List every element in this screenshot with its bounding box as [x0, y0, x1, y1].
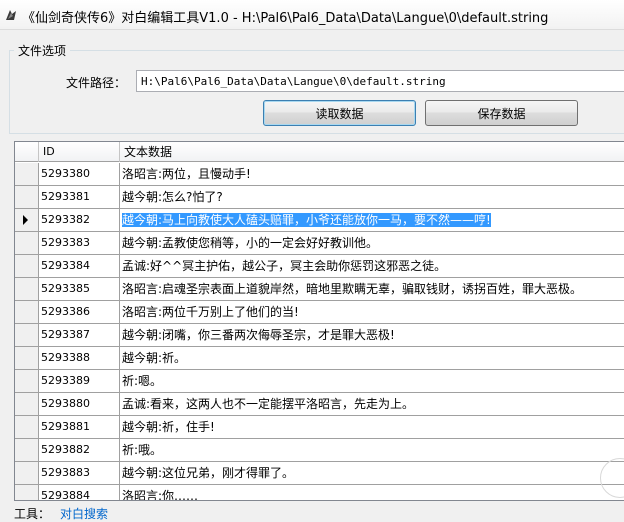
- table-row[interactable]: 5293382 越今朝:马上向教使大人磕头赔罪，小爷还能放你一马，要不然——哼!: [15, 209, 624, 232]
- cell-id[interactable]: 5293385: [39, 278, 120, 300]
- row-selector[interactable]: [15, 347, 39, 369]
- row-selector-header[interactable]: [15, 142, 39, 162]
- cell-id[interactable]: 5293881: [39, 416, 120, 438]
- current-row-arrow-icon: [23, 215, 28, 225]
- table-row[interactable]: 5293389 祈:嗯。: [15, 370, 624, 393]
- cell-id[interactable]: 5293883: [39, 462, 120, 484]
- cell-id[interactable]: 5293380: [39, 163, 120, 185]
- cell-id[interactable]: 5293880: [39, 393, 120, 415]
- column-header-text[interactable]: 文本数据: [120, 142, 624, 162]
- row-selector[interactable]: [15, 209, 39, 231]
- cell-id[interactable]: 5293389: [39, 370, 120, 392]
- cell-id[interactable]: 5293882: [39, 439, 120, 461]
- file-path-input[interactable]: [136, 70, 624, 92]
- cell-text[interactable]: 越今朝:马上向教使大人磕头赔罪，小爷还能放你一马，要不然——哼!: [120, 209, 624, 231]
- table-row[interactable]: 5293384 孟诚:好^^冥主护佑，越公子，冥主会助你惩罚这邪恶之徒。: [15, 255, 624, 278]
- column-header-id[interactable]: ID: [39, 142, 120, 162]
- cell-text[interactable]: 祈:嗯。: [120, 370, 624, 392]
- cell-text[interactable]: 祈:哦。: [120, 439, 624, 461]
- cell-text[interactable]: 越今朝:闭嘴，你三番两次侮辱圣宗，才是罪大恶极!: [120, 324, 624, 346]
- cell-id[interactable]: 5293386: [39, 301, 120, 323]
- cell-id[interactable]: 5293884: [39, 485, 120, 500]
- table-row[interactable]: 5293383 越今朝:孟教使您稍等，小的一定会好好教训他。: [15, 232, 624, 255]
- row-selector[interactable]: [15, 393, 39, 415]
- cell-text[interactable]: 越今朝:祈，住手!: [120, 416, 624, 438]
- row-selector[interactable]: [15, 370, 39, 392]
- cell-id[interactable]: 5293388: [39, 347, 120, 369]
- table-row[interactable]: 5293381 越今朝:怎么?怕了?: [15, 186, 624, 209]
- window-title: 《仙剑奇侠传6》对白编辑工具V1.0 - H:\Pal6\Pal6_Data\D…: [22, 11, 549, 26]
- table-row[interactable]: 5293884 洛昭言:你……: [15, 485, 624, 500]
- table-row[interactable]: 5293380 洛昭言:两位，且慢动手!: [15, 163, 624, 186]
- table-row[interactable]: 5293386 洛昭言:两位千万别上了他们的当!: [15, 301, 624, 324]
- table-row[interactable]: 5293388 越今朝:祈。: [15, 347, 624, 370]
- cell-text[interactable]: 洛昭言:启魂圣宗表面上道貌岸然，暗地里欺瞒无辜，骗取钱财，诱拐百姓，罪大恶极。: [120, 278, 624, 300]
- cell-id[interactable]: 5293382: [39, 209, 120, 231]
- cell-text[interactable]: 越今朝:孟教使您稍等，小的一定会好好教训他。: [120, 232, 624, 254]
- cell-text[interactable]: 越今朝:祈。: [120, 347, 624, 369]
- cell-text[interactable]: 洛昭言:两位，且慢动手!: [120, 163, 624, 185]
- table-row[interactable]: 5293880 孟诚:看来，这两人也不一定能摆平洛昭言，先走为上。: [15, 393, 624, 416]
- cell-text[interactable]: 洛昭言:两位千万别上了他们的当!: [120, 301, 624, 323]
- cell-id[interactable]: 5293384: [39, 255, 120, 277]
- selected-text[interactable]: 越今朝:马上向教使大人磕头赔罪，小爷还能放你一马，要不然——哼!: [122, 213, 491, 227]
- table-row[interactable]: 5293385 洛昭言:启魂圣宗表面上道貌岸然，暗地里欺瞒无辜，骗取钱财，诱拐百姓…: [15, 278, 624, 301]
- table-row[interactable]: 5293881 越今朝:祈，住手!: [15, 416, 624, 439]
- app-icon[interactable]: [4, 8, 18, 22]
- grid-header: ID 文本数据: [15, 142, 624, 162]
- table-row[interactable]: 5293882 祈:哦。: [15, 439, 624, 462]
- cell-id[interactable]: 5293387: [39, 324, 120, 346]
- row-selector[interactable]: [15, 485, 39, 500]
- cell-id[interactable]: 5293383: [39, 232, 120, 254]
- title-bar[interactable]: 《仙剑奇侠传6》对白编辑工具V1.0 - H:\Pal6\Pal6_Data\D…: [0, 0, 624, 30]
- file-path-label: 文件路径：: [66, 76, 127, 90]
- row-selector[interactable]: [15, 163, 39, 185]
- save-data-button[interactable]: 保存数据: [425, 100, 578, 126]
- row-selector[interactable]: [15, 186, 39, 208]
- app-window: 《仙剑奇侠传6》对白编辑工具V1.0 - H:\Pal6\Pal6_Data\D…: [0, 0, 624, 521]
- file-options-legend: 文件选项: [14, 42, 71, 59]
- row-selector[interactable]: [15, 255, 39, 277]
- table-row[interactable]: 5293387 越今朝:闭嘴，你三番两次侮辱圣宗，才是罪大恶极!: [15, 324, 624, 347]
- row-selector[interactable]: [15, 232, 39, 254]
- row-selector[interactable]: [15, 416, 39, 438]
- row-selector[interactable]: [15, 439, 39, 461]
- cell-text[interactable]: 孟诚:看来，这两人也不一定能摆平洛昭言，先走为上。: [120, 393, 624, 415]
- row-selector[interactable]: [15, 301, 39, 323]
- cell-text[interactable]: 越今朝:这位兄弟，刚才得罪了。: [120, 462, 624, 484]
- row-selector[interactable]: [15, 462, 39, 484]
- cell-id[interactable]: 5293381: [39, 186, 120, 208]
- read-data-button[interactable]: 读取数据: [263, 100, 416, 126]
- cell-text[interactable]: 越今朝:怎么?怕了?: [120, 186, 624, 208]
- cell-text[interactable]: 洛昭言:你……: [120, 485, 624, 500]
- row-selector[interactable]: [15, 278, 39, 300]
- cell-text[interactable]: 孟诚:好^^冥主护佑，越公子，冥主会助你惩罚这邪恶之徒。: [120, 255, 624, 277]
- row-selector[interactable]: [15, 324, 39, 346]
- table-row[interactable]: 5293883 越今朝:这位兄弟，刚才得罪了。: [15, 462, 624, 485]
- dialogue-grid[interactable]: ID 文本数据 5293380 洛昭言:两位，且慢动手! 5293381 越今朝:怎么…: [14, 141, 624, 501]
